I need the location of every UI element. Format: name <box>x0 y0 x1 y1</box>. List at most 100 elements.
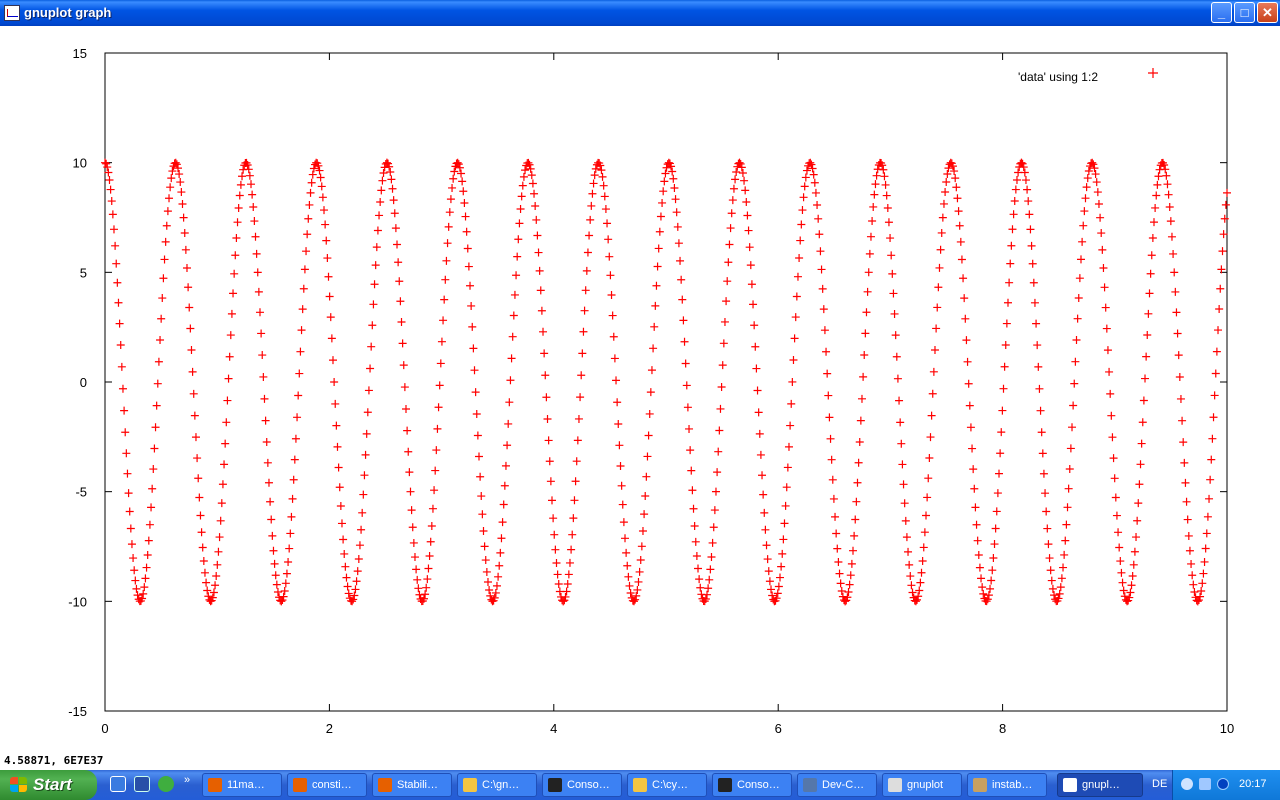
data-point <box>340 549 349 558</box>
data-point <box>1190 588 1199 597</box>
data-point <box>236 180 245 189</box>
data-point <box>216 516 225 525</box>
taskbar-button[interactable]: C:\gn… <box>457 773 537 797</box>
data-point <box>186 324 195 333</box>
messenger-icon[interactable] <box>158 776 174 792</box>
data-point <box>1102 324 1111 333</box>
data-point <box>928 389 937 398</box>
data-point <box>884 218 893 227</box>
data-point <box>782 483 791 492</box>
quick-launch-more-icon[interactable]: » <box>184 774 190 786</box>
data-point <box>1171 287 1180 296</box>
data-point <box>975 563 984 572</box>
data-point <box>941 188 950 197</box>
taskbar-button[interactable]: gnuplot <box>882 773 962 797</box>
data-point <box>193 454 202 463</box>
data-point <box>506 376 515 385</box>
data-point <box>1200 557 1209 566</box>
taskbar-button[interactable]: gnupl… <box>1057 773 1143 797</box>
data-point <box>157 314 166 323</box>
minimize-button[interactable]: _ <box>1211 2 1232 23</box>
data-point <box>435 381 444 390</box>
data-point <box>938 213 947 222</box>
network-icon[interactable] <box>1199 778 1211 790</box>
data-point <box>235 191 244 200</box>
data-point <box>1211 369 1220 378</box>
data-point <box>678 295 687 304</box>
data-point <box>795 254 804 263</box>
data-point <box>259 372 268 381</box>
plot-area[interactable]: 0 2 4 6 8 10 15 10 5 0 -5 -10 -15 'data' using 1:2 4… <box>0 26 1280 770</box>
taskbar-button[interactable]: Conso… <box>712 773 792 797</box>
data-point <box>781 501 790 510</box>
data-point <box>1035 384 1044 393</box>
data-point <box>1098 245 1107 254</box>
data-point <box>1062 520 1071 529</box>
data-point <box>446 195 455 204</box>
data-point <box>352 577 361 586</box>
data-point <box>650 322 659 331</box>
devcpp-icon <box>803 778 817 792</box>
data-point <box>870 190 879 199</box>
internet-explorer-icon[interactable] <box>110 776 126 792</box>
data-point <box>582 266 591 275</box>
data-point <box>1024 197 1033 206</box>
taskbar-button[interactable]: Stabili… <box>372 773 452 797</box>
taskbar-button[interactable]: Dev-C… <box>797 773 877 797</box>
bluetooth-icon[interactable] <box>1217 778 1229 790</box>
maximize-button[interactable]: □ <box>1234 2 1255 23</box>
data-point <box>732 167 741 176</box>
data-point <box>713 468 722 477</box>
data-point <box>127 540 136 549</box>
taskbar: Start » 11ma… consti… Stabili… C:\gn… Conso…… <box>0 770 1280 800</box>
data-point <box>335 483 344 492</box>
data-point <box>222 418 231 427</box>
data-point <box>115 319 124 328</box>
data-point <box>835 569 844 578</box>
close-button[interactable]: ✕ <box>1257 2 1278 23</box>
taskbar-button[interactable]: C:\cy… <box>627 773 707 797</box>
data-point <box>316 173 325 182</box>
data-point <box>820 326 829 335</box>
taskbar-button[interactable]: 11ma… <box>202 773 282 797</box>
data-point <box>923 493 932 502</box>
data-point <box>988 566 997 575</box>
data-point <box>972 520 981 529</box>
data-point <box>1007 241 1016 250</box>
data-point <box>353 567 362 576</box>
taskbar-button[interactable]: instab… <box>967 773 1047 797</box>
data-point <box>755 429 764 438</box>
data-point <box>588 189 597 198</box>
data-point <box>180 228 189 237</box>
data-point <box>325 292 334 301</box>
data-point <box>287 512 296 521</box>
data-point <box>354 555 363 564</box>
data-point <box>1167 232 1176 241</box>
data-point <box>935 263 944 272</box>
data-point <box>930 345 939 354</box>
tray-arrow-icon[interactable] <box>1181 778 1193 790</box>
taskbar-button[interactable]: Conso… <box>542 773 622 797</box>
gnuplot-app-icon[interactable] <box>4 5 20 21</box>
data-point <box>789 356 798 365</box>
data-point <box>1037 428 1046 437</box>
taskbar-button[interactable]: consti… <box>287 773 367 797</box>
data-point <box>677 275 686 284</box>
data-point <box>536 286 545 295</box>
start-button[interactable]: Start <box>0 770 97 800</box>
data-point <box>822 347 831 356</box>
data-point <box>315 166 324 175</box>
data-point <box>786 421 795 430</box>
language-indicator[interactable]: DE <box>1152 778 1167 790</box>
show-desktop-icon[interactable] <box>134 776 150 792</box>
data-point <box>939 199 948 208</box>
data-point <box>1128 571 1137 580</box>
window-title-bar[interactable]: gnuplot graph _ □ ✕ <box>0 0 1280 26</box>
data-point <box>177 188 186 197</box>
data-point <box>634 577 643 586</box>
data-point <box>409 538 418 547</box>
data-point <box>866 232 875 241</box>
firefox-icon <box>378 778 392 792</box>
data-point <box>758 471 767 480</box>
data-point <box>364 386 373 395</box>
